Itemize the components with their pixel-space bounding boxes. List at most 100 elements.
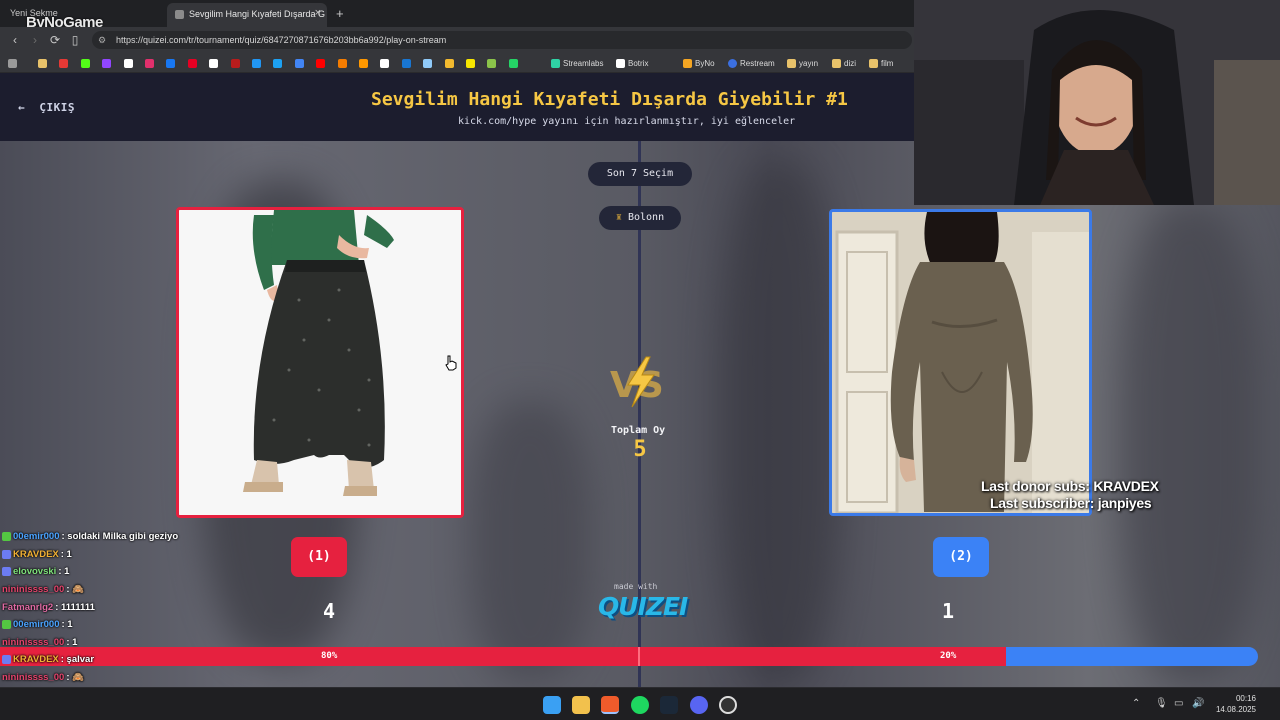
bookmark-streamlabs[interactable]: Streamlabs xyxy=(551,57,603,69)
chat-message: nininissss_00: 🙈 xyxy=(2,581,242,599)
new-tab-button[interactable]: + xyxy=(336,6,344,21)
exit-label: ÇIKIŞ xyxy=(39,101,75,114)
quiz-title: Sevgilim Hangi Kıyafeti Dışarda Giyebili… xyxy=(371,89,848,110)
url-text: https://quizei.com/tr/tournament/quiz/68… xyxy=(116,35,447,45)
arrow-left-icon: ← xyxy=(18,101,26,114)
bookmark-favicon-icon[interactable] xyxy=(59,57,69,69)
made-with-label: made with xyxy=(614,582,658,591)
chat-username: KRAVDEX xyxy=(13,654,59,666)
remaining-choices-badge: Son 7 Seçim xyxy=(588,162,692,186)
system-clock[interactable]: 00:16 14.08.2025 xyxy=(1212,693,1256,715)
left-percent-label: 80% xyxy=(321,651,338,661)
bookmark-favicon-icon[interactable] xyxy=(337,57,347,69)
quizei-logo[interactable]: QUIZEI xyxy=(598,592,688,621)
steam-icon[interactable] xyxy=(660,696,678,714)
bookmark-folder-film[interactable]: film xyxy=(869,57,893,69)
tab-quiz[interactable]: Sevgilim Hangi Kıyafeti Dışarda G × xyxy=(167,3,327,27)
bookmark-favicon-icon[interactable] xyxy=(423,57,433,69)
network-icon[interactable]: ▭ xyxy=(1174,698,1183,709)
bookmark-favicon-icon[interactable] xyxy=(401,57,411,69)
reload-icon[interactable]: ⟳ xyxy=(48,33,62,47)
forward-icon[interactable]: › xyxy=(28,33,42,47)
bookmark-favicon-icon[interactable] xyxy=(487,57,497,69)
bookmark-favicon-icon[interactable] xyxy=(145,57,154,69)
hand-cursor-icon xyxy=(445,355,457,371)
bookmark-byno[interactable]: ByNo xyxy=(683,57,715,69)
option-left-image xyxy=(179,210,461,515)
chat-username: nininissss_00 xyxy=(2,672,65,684)
url-bar[interactable]: ⚙ https://quizei.com/tr/tournament/quiz/… xyxy=(92,31,912,49)
total-votes-label: Toplam Oy xyxy=(611,425,666,436)
bookmark-folder-yayin[interactable]: yayın xyxy=(787,57,818,69)
exit-button[interactable]: ← ÇIKIŞ xyxy=(18,101,75,114)
chat-username: KRAVDEX xyxy=(13,548,59,560)
bookmark-restream[interactable]: Restream xyxy=(728,57,775,69)
chat-badge-icon xyxy=(2,532,11,542)
back-icon[interactable]: ‹ xyxy=(8,33,22,47)
tray-chevron-up-icon[interactable]: ⌃ xyxy=(1132,698,1140,709)
brave-browser-icon[interactable] xyxy=(601,696,619,714)
chat-text: : soldaki Milka gibi geziyo xyxy=(61,531,179,543)
bookmark-favicon-icon[interactable] xyxy=(466,57,475,69)
option-right-card[interactable] xyxy=(829,209,1092,516)
chat-message: KRAVDEX: 1 xyxy=(2,546,242,564)
tab-close-icon[interactable]: × xyxy=(315,7,321,19)
discord-icon[interactable] xyxy=(690,696,708,714)
category-badge: ♜ Bolonn xyxy=(599,206,681,230)
left-vote-count: 4 xyxy=(323,599,336,623)
chat-text: : 1 xyxy=(58,566,70,578)
bookmark-favicon-icon[interactable] xyxy=(230,57,240,69)
chat-badge-icon xyxy=(2,620,11,630)
bookmark-favicon-icon[interactable] xyxy=(273,57,283,69)
chat-text: : şalvar xyxy=(60,654,95,666)
last-subscriber-overlay: Last subscriber: janpiyes xyxy=(990,495,1152,511)
bookmark-favicon-icon[interactable] xyxy=(294,57,304,69)
bookmark-favicon-icon[interactable] xyxy=(508,57,518,69)
bookmark-favicon-icon[interactable] xyxy=(444,57,454,69)
apps-grid-icon[interactable] xyxy=(8,57,17,69)
chat-text: : 1111111 xyxy=(55,601,95,613)
chat-username: nininissss_00 xyxy=(2,636,65,648)
chat-badge-icon xyxy=(2,549,11,559)
file-explorer-icon[interactable] xyxy=(572,696,590,714)
bookmark-favicon-icon[interactable] xyxy=(80,57,90,69)
bookmark-favicon-icon[interactable] xyxy=(38,57,47,69)
chat-username: 00emir000 xyxy=(13,531,60,543)
webcam-image xyxy=(914,0,1280,205)
bookmark-favicon-icon[interactable] xyxy=(166,57,176,69)
total-votes-value: 5 xyxy=(633,437,647,462)
bookmark-favicon-icon[interactable] xyxy=(380,57,390,69)
option-left-card[interactable] xyxy=(176,207,464,518)
spotify-icon[interactable] xyxy=(631,696,649,714)
bookmark-favicon-icon[interactable] xyxy=(123,57,133,69)
bookmark-favicon-icon[interactable] xyxy=(102,57,112,69)
bookmark-favicon-icon[interactable] xyxy=(209,57,219,69)
pick-right-button[interactable]: (2) xyxy=(933,537,989,577)
chat-badge-icon xyxy=(2,655,11,665)
windows-taskbar: ⌃ 🎙 ▭ 🔊 00:16 14.08.2025 xyxy=(0,687,1280,720)
option-right-image xyxy=(832,212,1089,513)
bookmark-botrix[interactable]: Botrix xyxy=(616,57,648,69)
right-vote-count: 1 xyxy=(942,599,955,623)
chat-username: Fatmanrlg2 xyxy=(2,601,54,613)
start-menu-icon[interactable] xyxy=(543,696,561,714)
chat-message: 00emir000: 1 xyxy=(2,616,242,634)
chat-text: : 1 xyxy=(61,619,73,631)
obs-icon[interactable] xyxy=(719,696,737,714)
pick-left-button[interactable]: (1) xyxy=(291,537,347,577)
site-info-icon[interactable]: ⚙ xyxy=(98,35,106,46)
bookmark-favicon-icon[interactable] xyxy=(359,57,368,69)
vs-lightning-icon: VS xyxy=(610,356,664,408)
bookmark-favicon-icon[interactable] xyxy=(252,57,261,69)
chat-message: Fatmanrlg2: 1111111 xyxy=(2,598,242,616)
bookmark-favicon-icon[interactable] xyxy=(187,57,197,69)
microphone-icon[interactable]: 🎙 xyxy=(1155,698,1168,709)
right-percent-label: 20% xyxy=(940,651,957,661)
bookmark-favicon-icon[interactable] xyxy=(316,57,326,69)
last-donor-overlay: Last donor subs: KRAVDEX xyxy=(981,478,1159,494)
bookmark-icon[interactable]: ▯ xyxy=(68,33,82,47)
bookmark-folder-dizi[interactable]: dizi xyxy=(832,57,856,69)
volume-icon[interactable]: 🔊 xyxy=(1192,698,1204,709)
chat-username: 00emir000 xyxy=(13,619,60,631)
vote-progress-midline xyxy=(638,647,640,666)
